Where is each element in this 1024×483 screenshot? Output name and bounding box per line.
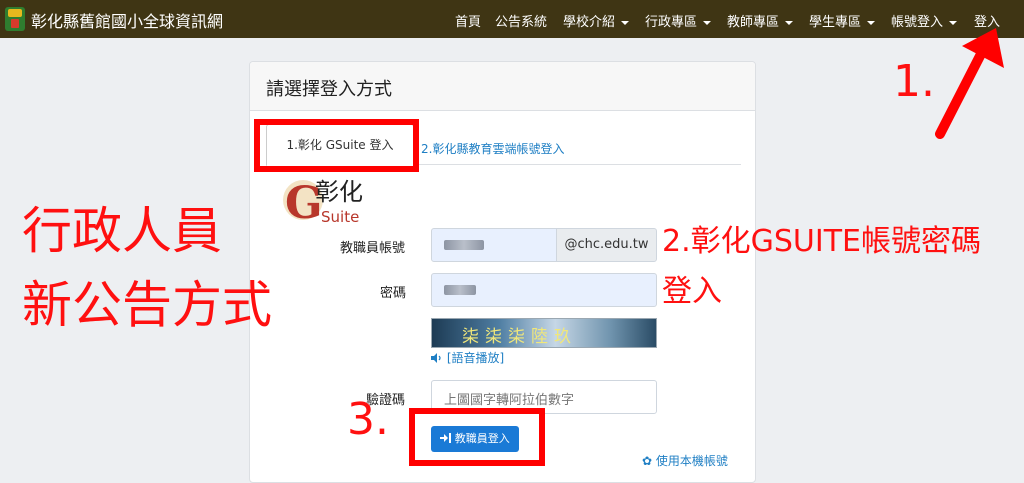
masked-password-value	[444, 285, 476, 295]
gsuite-logo: G 彰化 Suite	[281, 172, 365, 229]
top-navbar: 彰化縣舊館國小全球資訊網 首頁 公告系統 學校介紹 行政專區 教師專區 學生專區…	[0, 0, 1024, 38]
tab-cloud-account-login[interactable]: 2.彰化縣教育雲端帳號登入	[421, 140, 564, 157]
captcha-image: 柒柒柒陸玖	[431, 318, 657, 348]
logo-text: 彰化	[315, 178, 363, 206]
captcha-text: 柒柒柒陸玖	[462, 327, 577, 347]
logo-sub: Suite	[321, 208, 359, 226]
speaker-icon	[431, 353, 441, 363]
annotation-left-line1: 行政人員	[22, 202, 222, 260]
chevron-down-icon	[867, 20, 876, 25]
nav-students[interactable]: 學生專區	[809, 11, 876, 30]
nav-announcements[interactable]: 公告系統	[495, 11, 547, 30]
account-input[interactable]	[431, 228, 557, 262]
annotation-box-gsuite-tab	[254, 119, 419, 172]
chevron-down-icon	[621, 20, 630, 25]
gear-icon: ✿	[642, 454, 653, 468]
nav-home[interactable]: 首頁	[455, 11, 481, 30]
card-title: 請選擇登入方式	[266, 79, 392, 100]
annotation-step2-line1: 2.彰化GSUITE帳號密碼	[662, 224, 981, 259]
annotation-arrow-icon	[935, 28, 1004, 139]
chevron-down-icon	[703, 20, 712, 25]
nav-admin[interactable]: 行政專區	[645, 11, 712, 30]
site-title[interactable]: 彰化縣舊館國小全球資訊網	[31, 8, 223, 32]
audio-play-link[interactable]: [語音播放]	[431, 349, 504, 366]
account-domain-addon: @chc.edu.tw	[556, 228, 657, 262]
verify-code-placeholder: 上圖國字轉阿拉伯數字	[444, 393, 575, 408]
chevron-down-icon	[785, 20, 794, 25]
gsuite-logo-graphic: G 彰化 Suite	[283, 178, 363, 229]
annotation-box-login-button	[409, 408, 545, 466]
annotation-step3: 3.	[347, 394, 389, 445]
annotation-step2-line2: 登入	[662, 274, 722, 309]
annotation-left-line2: 新公告方式	[22, 276, 272, 334]
account-label: 教職員帳號	[340, 241, 406, 256]
nav-teachers[interactable]: 教師專區	[727, 11, 794, 30]
password-label: 密碼	[380, 286, 407, 301]
password-input[interactable]	[431, 273, 657, 307]
nav-school-intro[interactable]: 學校介紹	[563, 11, 630, 30]
card-header: 請選擇登入方式	[250, 62, 755, 111]
redacted-account-value	[444, 240, 484, 250]
school-logo-icon[interactable]	[5, 7, 25, 31]
